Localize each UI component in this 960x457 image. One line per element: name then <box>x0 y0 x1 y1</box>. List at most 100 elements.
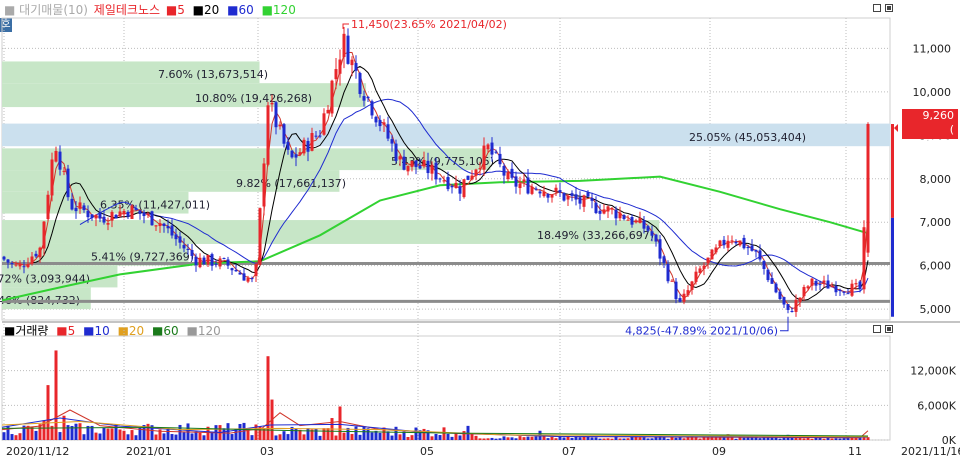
candle-body <box>486 144 490 150</box>
volume-bar <box>82 434 86 440</box>
volume-bar <box>698 438 702 440</box>
candle-body <box>806 286 810 289</box>
volume-bar <box>278 434 282 440</box>
volume-bar <box>10 434 14 440</box>
candle-body <box>90 214 94 219</box>
volume-bar <box>298 429 302 440</box>
volume-bar <box>366 428 370 440</box>
candle-body <box>814 281 818 286</box>
volume-bar <box>866 437 870 440</box>
candle-body <box>706 257 710 264</box>
overhang-band-label: 10.80% (19,426,268) <box>195 92 312 105</box>
candle-body <box>598 210 602 214</box>
candle-body <box>130 205 134 219</box>
candle-body <box>66 168 70 198</box>
candle-body <box>310 132 314 151</box>
candle-body <box>378 119 382 127</box>
volume-bar <box>666 438 670 440</box>
candle-body <box>86 210 90 218</box>
candle-body <box>354 62 358 71</box>
volume-bar <box>106 428 110 440</box>
volume-bar <box>14 435 18 440</box>
candle-body <box>678 298 682 302</box>
candle-body <box>570 193 574 196</box>
candle-body <box>190 249 194 256</box>
volume-bar <box>734 438 738 440</box>
candle-body <box>386 124 390 139</box>
candle-body <box>754 249 758 252</box>
overhang-band-label: 5.43% (9,775,105) <box>391 155 494 168</box>
volume-bar <box>582 436 586 440</box>
volume-bar <box>454 433 458 440</box>
volume-bar <box>442 427 446 440</box>
volume-bar <box>586 436 590 440</box>
volume-bar <box>422 428 426 440</box>
price-tick-label: 10,000 <box>913 86 952 99</box>
volume-bar <box>322 428 326 440</box>
volume-bar <box>274 435 278 440</box>
candle-body <box>690 281 694 290</box>
candle-body <box>830 286 834 288</box>
volume-bar <box>682 438 686 440</box>
candle-body <box>702 265 706 269</box>
volume-bar <box>318 435 322 440</box>
volume-bar <box>606 438 610 440</box>
candle-body <box>710 249 714 260</box>
candle-body <box>342 33 346 58</box>
candle-body <box>330 80 334 114</box>
candle-body <box>842 291 846 293</box>
candle-body <box>786 304 790 310</box>
candle-body <box>266 105 270 165</box>
candle-body <box>186 248 190 250</box>
volume-bar <box>410 435 414 440</box>
candle-body <box>562 192 566 201</box>
candle-body <box>338 59 342 74</box>
candle-body <box>230 268 234 271</box>
candle-body <box>810 278 814 286</box>
candle-body <box>770 278 774 284</box>
volume-bar <box>182 432 186 440</box>
candle-body <box>306 140 310 152</box>
candle-body <box>474 169 478 176</box>
price-volume-chart[interactable]: 25.05% (45,053,404) 10.80% (19,426,268) 7.… <box>0 0 960 457</box>
volume-bar <box>34 430 38 440</box>
date-tick-label: 2021/11/16 <box>901 445 960 457</box>
candle-body <box>2 256 6 260</box>
candle-body <box>166 226 170 229</box>
volume-bar <box>74 423 78 440</box>
candle-body <box>38 247 42 258</box>
candle-body <box>290 150 294 158</box>
candle-body <box>730 240 734 242</box>
volume-bar <box>674 437 678 440</box>
candle-body <box>278 124 282 127</box>
candle-body <box>10 263 14 265</box>
candle-body <box>182 245 186 249</box>
volume-bar <box>178 424 182 440</box>
candle-body <box>450 186 454 188</box>
candle-body <box>326 109 330 114</box>
candle-body <box>70 198 74 210</box>
volume-bar <box>482 438 486 440</box>
volume-bar <box>670 437 674 440</box>
current-price-change: ( 29.87%) <box>907 123 954 150</box>
volume-bar <box>430 436 434 440</box>
candle-body <box>634 220 638 223</box>
candle-body <box>858 281 862 289</box>
candle-body <box>222 258 226 260</box>
candle-body <box>462 179 466 198</box>
candle-body <box>718 240 722 247</box>
candle-body <box>546 193 550 198</box>
candle-body <box>126 211 130 217</box>
candle-body <box>274 102 278 128</box>
volume-bar <box>790 437 794 440</box>
candle-body <box>198 257 202 268</box>
volume-bar <box>718 437 722 440</box>
candle-body <box>458 186 462 194</box>
candle-body <box>246 278 250 282</box>
volume-bar <box>490 437 494 440</box>
candle-body <box>398 156 402 160</box>
volume-bar <box>350 433 354 440</box>
candle-body <box>490 142 494 155</box>
candle-body <box>194 256 198 266</box>
candle-body <box>478 168 482 170</box>
